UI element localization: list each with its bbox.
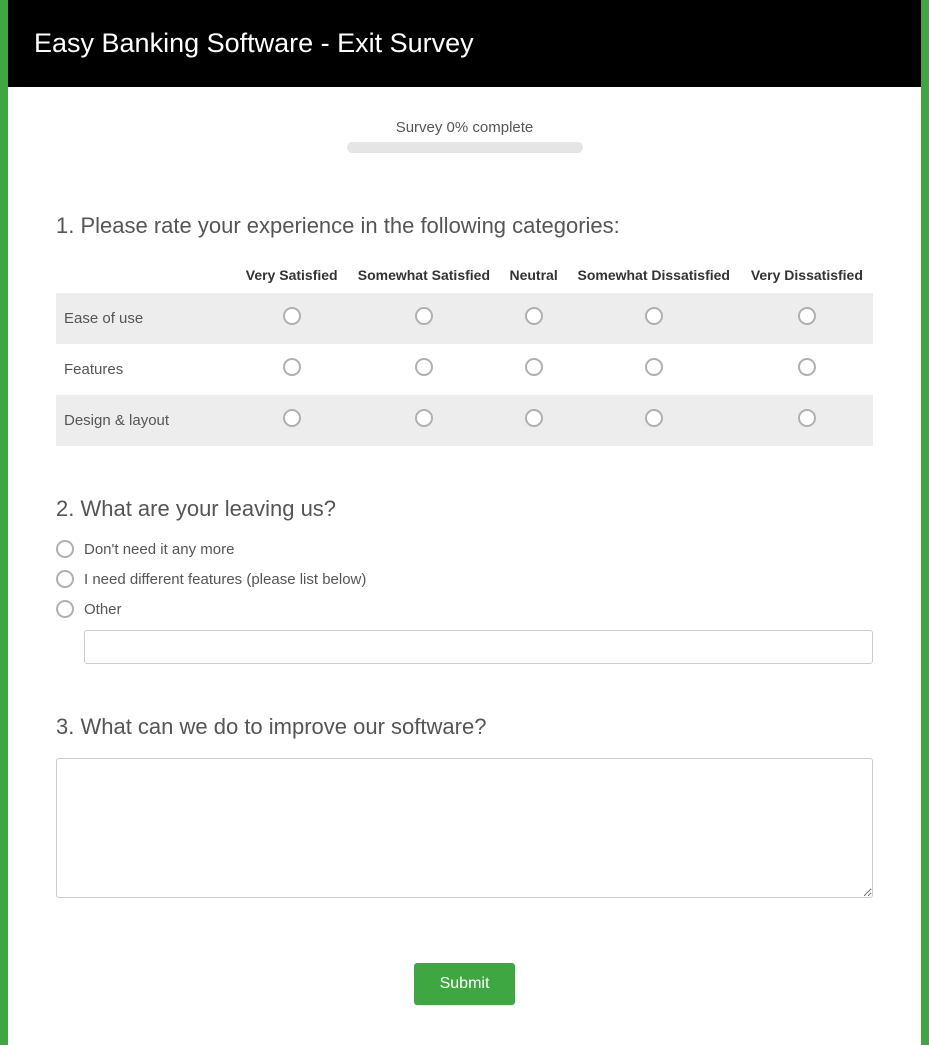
submit-button[interactable]: Submit <box>414 963 516 1005</box>
radio-ease-somewhat-dissatisfied[interactable] <box>645 307 663 325</box>
rating-table: Very Satisfied Somewhat Satisfied Neutra… <box>56 257 873 446</box>
question-2-title: 2. What are your leaving us? <box>56 496 873 522</box>
radio-design-very-dissatisfied[interactable] <box>798 409 816 427</box>
other-text-input[interactable] <box>84 630 873 664</box>
list-item: I need different features (please list b… <box>56 570 873 588</box>
question-3-title: 3. What can we do to improve our softwar… <box>56 714 873 740</box>
row-label-features: Features <box>56 344 236 395</box>
radio-ease-somewhat-satisfied[interactable] <box>415 307 433 325</box>
radio-different-features[interactable] <box>56 570 74 588</box>
radio-features-very-satisfied[interactable] <box>283 358 301 376</box>
list-item: Don't need it any more <box>56 540 873 558</box>
radio-ease-neutral[interactable] <box>525 307 543 325</box>
radio-features-very-dissatisfied[interactable] <box>798 358 816 376</box>
rating-header-somewhat-satisfied: Somewhat Satisfied <box>347 257 500 293</box>
question-2: 2. What are your leaving us? Don't need … <box>56 496 873 664</box>
radio-features-somewhat-satisfied[interactable] <box>415 358 433 376</box>
question-1: 1. Please rate your experience in the fo… <box>56 213 873 446</box>
rating-header-empty <box>56 257 236 293</box>
option-label-different-features: I need different features (please list b… <box>84 571 366 588</box>
progress-label: Survey 0% complete <box>56 119 873 136</box>
radio-ease-very-satisfied[interactable] <box>283 307 301 325</box>
option-label-dont-need: Don't need it any more <box>84 541 234 558</box>
submit-wrapper: Submit <box>56 963 873 1005</box>
option-list: Don't need it any more I need different … <box>56 540 873 618</box>
progress-bar <box>347 142 583 153</box>
survey-header: Easy Banking Software - Exit Survey <box>8 0 921 87</box>
page-wrapper: Easy Banking Software - Exit Survey Surv… <box>8 0 921 1045</box>
radio-design-somewhat-dissatisfied[interactable] <box>645 409 663 427</box>
rating-header-somewhat-dissatisfied: Somewhat Dissatisfied <box>567 257 741 293</box>
row-label-design: Design & layout <box>56 395 236 446</box>
radio-design-neutral[interactable] <box>525 409 543 427</box>
rating-header-neutral: Neutral <box>500 257 566 293</box>
table-row: Ease of use <box>56 293 873 344</box>
other-input-wrapper <box>84 630 873 664</box>
radio-design-very-satisfied[interactable] <box>283 409 301 427</box>
question-1-title: 1. Please rate your experience in the fo… <box>56 213 873 239</box>
radio-features-somewhat-dissatisfied[interactable] <box>645 358 663 376</box>
survey-title: Easy Banking Software - Exit Survey <box>34 28 895 59</box>
radio-dont-need[interactable] <box>56 540 74 558</box>
radio-features-neutral[interactable] <box>525 358 543 376</box>
improve-textarea[interactable] <box>56 758 873 898</box>
table-row: Design & layout <box>56 395 873 446</box>
radio-other[interactable] <box>56 600 74 618</box>
radio-design-somewhat-satisfied[interactable] <box>415 409 433 427</box>
rating-header-very-satisfied: Very Satisfied <box>236 257 347 293</box>
table-row: Features <box>56 344 873 395</box>
list-item: Other <box>56 600 873 618</box>
survey-content: Survey 0% complete 1. Please rate your e… <box>8 87 921 1045</box>
rating-header-very-dissatisfied: Very Dissatisfied <box>741 257 873 293</box>
row-label-ease-of-use: Ease of use <box>56 293 236 344</box>
option-label-other: Other <box>84 601 122 618</box>
progress-section: Survey 0% complete <box>56 119 873 153</box>
question-3: 3. What can we do to improve our softwar… <box>56 714 873 903</box>
radio-ease-very-dissatisfied[interactable] <box>798 307 816 325</box>
